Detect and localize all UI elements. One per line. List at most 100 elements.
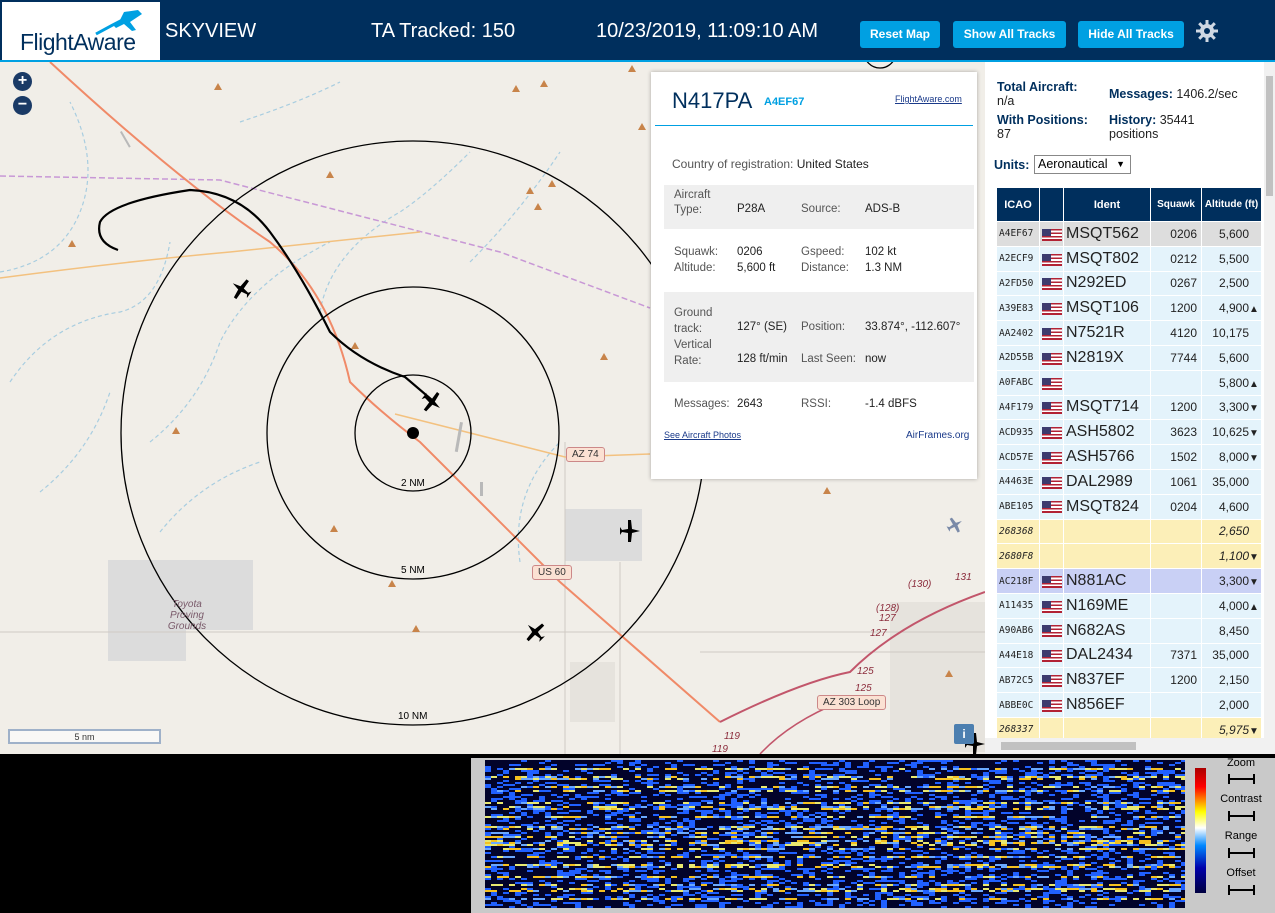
col-squawk[interactable]: Squawk [1150, 187, 1202, 222]
col-altitude[interactable]: Altitude (ft) [1201, 187, 1262, 222]
altitude-label: Altitude: [674, 262, 716, 274]
table-row[interactable]: ACD935 ASH5802 3623 10,625▼ [996, 419, 1262, 446]
table-row[interactable]: ABE105 MSQT824 0204 4,600 [996, 493, 1262, 520]
altitude-trend-icon: ▲ [1249, 601, 1259, 613]
table-row[interactable]: A2ECF9 MSQT802 0212 5,500 [996, 245, 1262, 272]
altitude-value: 5,500 [1218, 251, 1249, 266]
aircraft-squawk-cell [1150, 617, 1202, 644]
country-value: United States [796, 157, 869, 171]
waterfall-frame: Zoom Contrast Range Offset [471, 757, 1275, 913]
reset-map-button[interactable]: Reset Map [860, 21, 940, 48]
aircraft-icao-cell: A2ECF9 [996, 245, 1040, 272]
zoom-out-button[interactable]: − [13, 96, 32, 115]
table-row[interactable]: A11435 N169ME 4,000▲ [996, 592, 1262, 619]
place-label-toyota: Toyota Proving Grounds [167, 599, 207, 632]
vertical-scrollbar[interactable] [1264, 62, 1275, 754]
aircraft-squawk-cell: 1061 [1150, 468, 1202, 495]
aircraft-icao-cell: A2FD50 [996, 270, 1040, 297]
table-row[interactable]: A2D55B N2819X 7744 5,600 [996, 344, 1262, 371]
flag-cell [1039, 245, 1064, 272]
altitude-value: 35,000 [1212, 648, 1249, 663]
altitude-value: 4,900 [1218, 301, 1249, 316]
altitude-value: 5,800 [1218, 375, 1249, 390]
waterfall-display[interactable] [485, 760, 1185, 908]
table-row[interactable]: A2FD50 N292ED 0267 2,500 [996, 270, 1262, 297]
aircraft-ident-cell: MSQT802 [1063, 245, 1151, 272]
table-row[interactable]: ABBE0C N856EF 2,000 [996, 692, 1262, 718]
flag-cell [1039, 394, 1064, 421]
aircraft-ident-cell [1063, 369, 1151, 396]
messages-block: Messages: 2643 RSSI: -1.4 dBFS [664, 392, 974, 418]
aircraft-table: ICAO Ident Squawk Altitude (ft) A4EF67 MS… [996, 187, 1262, 754]
table-row[interactable]: ACD57E ASH5766 1502 8,000▼ [996, 444, 1262, 470]
with-positions: With Positions: 87 [997, 113, 1088, 141]
selected-aircraft-panel: N417PA A4EF67 FlightAware.com Country of… [651, 72, 977, 479]
aircraft-icao-cell: ABE105 [996, 493, 1040, 520]
table-row[interactable]: 268368 2,650 [996, 518, 1262, 545]
col-icao[interactable]: ICAO [996, 187, 1040, 222]
table-row[interactable]: A4F179 MSQT714 1200 3,300▼ [996, 394, 1262, 421]
range-slider[interactable] [1228, 848, 1255, 858]
table-row[interactable]: AB72C5 N837EF 1200 2,150 [996, 667, 1262, 694]
gear-icon[interactable] [1195, 19, 1219, 43]
selected-icao-link[interactable]: A4EF67 [764, 96, 804, 108]
table-row[interactable]: AC218F N881AC 3,300▼ [996, 568, 1262, 594]
col-ident[interactable]: Ident [1063, 187, 1151, 222]
aircraft-ident-cell: N682AS [1063, 617, 1151, 644]
table-row[interactable]: A90AB6 N682AS 8,450 [996, 617, 1262, 644]
aircraft-squawk-cell: 1200 [1150, 394, 1202, 421]
offset-slider[interactable] [1228, 885, 1255, 895]
aircraft-altitude-cell: 10,175 [1201, 320, 1262, 346]
top-header: FlightAware SKYVIEW TA Tracked: 150 10/2… [0, 0, 1275, 62]
aircraft-altitude-cell: 4,000▲ [1201, 592, 1262, 619]
table-row[interactable]: AA2402 N7521R 4120 10,175 [996, 320, 1262, 346]
history-label: History: [1109, 113, 1157, 127]
aircraft-altitude-cell: 5,600 [1201, 221, 1262, 247]
total-aircraft-value: n/a [997, 94, 1015, 108]
aircraft-squawk-cell [1150, 592, 1202, 619]
airframes-link[interactable]: AirFrames.org [906, 430, 969, 441]
aircraft-table-body: A4EF67 MSQT562 0206 5,600 A2ECF9 MSQT802 0212 5… [996, 221, 1262, 754]
units-label: Units: [994, 158, 1030, 172]
aircraft-squawk-cell: 1502 [1150, 444, 1202, 470]
aircraft-icon-4 [946, 517, 962, 533]
aircraft-icao-cell: AA2402 [996, 320, 1040, 346]
us-flag-icon [1041, 278, 1062, 291]
source-label: Source: [801, 203, 841, 215]
table-row[interactable]: A0FABC 5,800▲ [996, 369, 1262, 396]
table-row[interactable]: A4EF67 MSQT562 0206 5,600 [996, 221, 1262, 247]
aircraft-squawk-cell: 0204 [1150, 493, 1202, 520]
selected-callsign: N417PA [672, 88, 753, 113]
aircraft-altitude-cell: 10,625▼ [1201, 419, 1262, 446]
units-select[interactable]: Aeronautical ▼ [1034, 155, 1131, 174]
us-flag-icon [1041, 575, 1062, 588]
flag-cell [1039, 444, 1064, 470]
contrast-slider[interactable] [1228, 811, 1255, 821]
flightaware-link[interactable]: FlightAware.com [895, 94, 962, 104]
zoom-in-button[interactable]: + [13, 72, 32, 91]
aircraft-squawk-cell [1150, 568, 1202, 594]
horizontal-scrollbar[interactable] [985, 738, 1264, 754]
altitude-value: 1,100 [1218, 549, 1249, 564]
aircraft-ident-cell: MSQT562 [1063, 221, 1151, 247]
zoom-slider[interactable] [1228, 774, 1255, 784]
table-row[interactable]: A44E18 DAL2434 7371 35,000 [996, 642, 1262, 669]
col-flag[interactable] [1039, 187, 1064, 222]
aircraft-ident-cell: MSQT106 [1063, 295, 1151, 322]
altitude-value: 35,000 [1212, 474, 1249, 489]
table-row[interactable]: 2680F8 1,100▼ [996, 543, 1262, 570]
flag-cell [1039, 344, 1064, 371]
aircraft-icao-cell: ACD935 [996, 419, 1040, 446]
show-all-tracks-button[interactable]: Show All Tracks [953, 21, 1066, 48]
aircraft-photos-link[interactable]: See Aircraft Photos [664, 430, 741, 440]
table-row[interactable]: A4463E DAL2989 1061 35,000 [996, 468, 1262, 495]
hide-all-tracks-button[interactable]: Hide All Tracks [1078, 21, 1184, 48]
info-button[interactable]: i [954, 724, 974, 744]
flag-cell [1039, 419, 1064, 446]
aircraft-altitude-cell: 5,800▲ [1201, 369, 1262, 396]
altitude-trend-icon: ▼ [1249, 577, 1259, 589]
aircraft-ident-cell: N837EF [1063, 667, 1151, 694]
aircraft-altitude-cell: 8,000▼ [1201, 444, 1262, 470]
table-row[interactable]: A39E83 MSQT106 1200 4,900▲ [996, 295, 1262, 322]
flightaware-logo: FlightAware [2, 2, 160, 60]
